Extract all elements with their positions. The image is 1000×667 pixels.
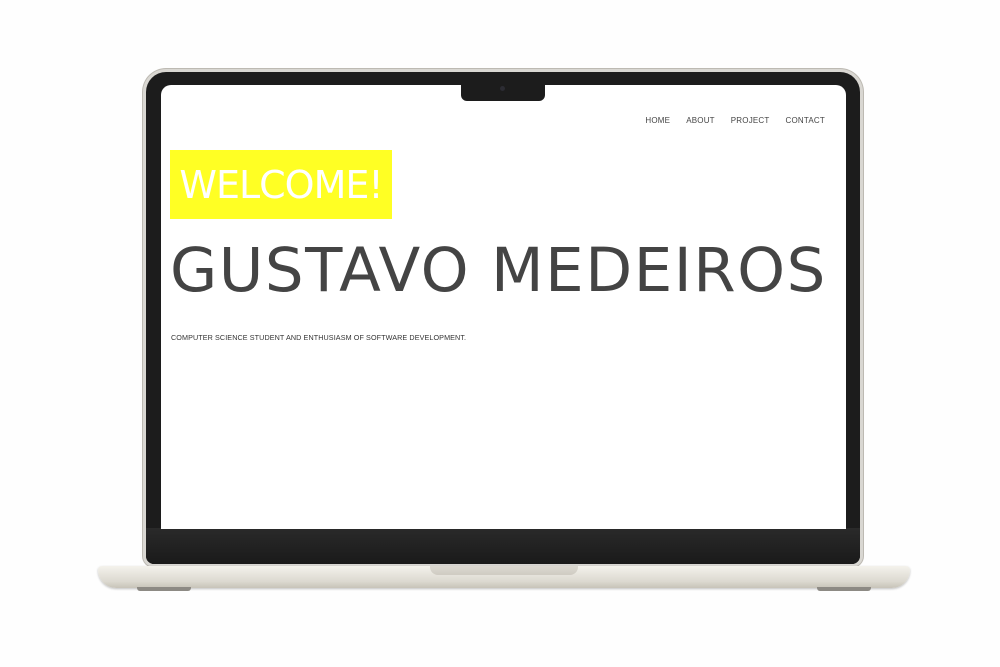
nav-contact-link[interactable]: CONTACT bbox=[786, 116, 825, 125]
camera-icon bbox=[500, 86, 505, 91]
hero-subtitle: COMPUTER SCIENCE STUDENT AND ENTHUSIASM … bbox=[171, 333, 467, 342]
laptop-foot-left bbox=[137, 587, 191, 591]
nav-about-link[interactable]: ABOUT bbox=[686, 116, 715, 125]
laptop-foot-right bbox=[817, 587, 871, 591]
laptop-bezel-bottom bbox=[146, 528, 860, 564]
top-navigation: HOME ABOUT PROJECT CONTACT bbox=[645, 116, 825, 125]
nav-project-link[interactable]: PROJECT bbox=[731, 116, 770, 125]
laptop-screen: HOME ABOUT PROJECT CONTACT WELCOME! GUST… bbox=[161, 85, 846, 529]
nav-home-link[interactable]: HOME bbox=[645, 116, 670, 125]
laptop-opening-notch bbox=[430, 566, 578, 575]
hero-name-heading: GUSTAVO MEDEIROS bbox=[170, 235, 827, 306]
laptop-mockup: HOME ABOUT PROJECT CONTACT WELCOME! GUST… bbox=[0, 0, 1000, 667]
welcome-text: WELCOME! bbox=[179, 162, 383, 207]
welcome-banner: WELCOME! bbox=[170, 150, 392, 219]
